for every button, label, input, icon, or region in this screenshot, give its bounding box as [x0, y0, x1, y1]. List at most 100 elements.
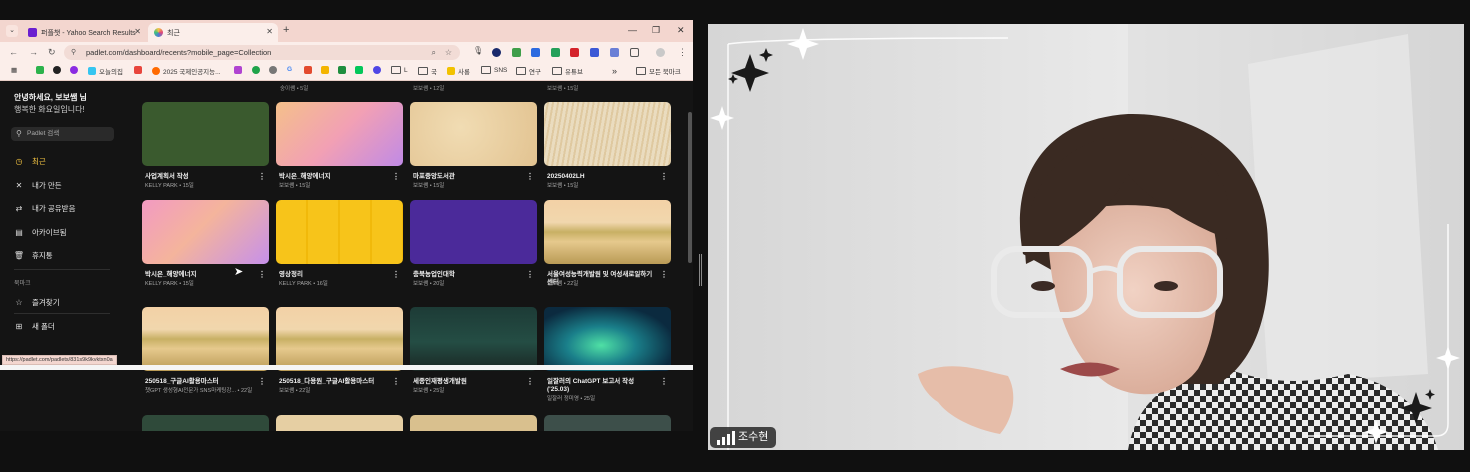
address-bar[interactable]: ⚲ padlet.com/dashboard/recents?mobile_pa… [64, 45, 460, 60]
profile-avatar[interactable] [656, 48, 665, 57]
search-icon: ⚲ [16, 129, 22, 138]
toolbar: ← → ↻ ⚲ padlet.com/dashboard/recents?mob… [0, 42, 693, 63]
bookmark-icon[interactable] [36, 66, 47, 74]
padlet-card[interactable]: 마포중앙도서관보보쌤 • 15일 ⋮ [410, 102, 537, 192]
close-tab-icon[interactable]: ✕ [134, 27, 141, 36]
padlet-card[interactable]: 영상정리 KELLY PARK • 16일 ⋮ [276, 200, 403, 290]
padlet-card[interactable]: 세종인재평생개발원 보보쌤 • 25일 ⋮ [410, 307, 537, 397]
card-more-icon[interactable]: ⋮ [258, 270, 266, 279]
card-more-icon[interactable]: ⋮ [258, 172, 266, 181]
card-meta: 보보쌤 • 25일 [413, 388, 445, 394]
bookmark-folder[interactable]: 유튜브 [552, 66, 583, 76]
greeting: 안녕하세요, 보보쌤 님 [14, 93, 87, 102]
extensions-puzzle-icon[interactable] [630, 48, 639, 57]
bookmark-icon[interactable] [70, 66, 81, 74]
card-more-icon[interactable]: ⋮ [526, 270, 534, 279]
bookmark-icon[interactable] [134, 66, 145, 74]
new-tab-button[interactable]: + [283, 24, 289, 36]
reload-icon[interactable]: ↻ [48, 47, 56, 58]
padlet-card[interactable]: 사업계획서 작성 KELLY PARK • 15일 ⋮ [142, 102, 269, 192]
extension-icon[interactable] [551, 48, 560, 57]
site-info-icon[interactable]: ⚲ [71, 45, 76, 60]
all-bookmarks-folder[interactable]: 모든 북마크 [636, 66, 681, 76]
card-more-icon[interactable]: ⋮ [660, 270, 668, 279]
card-more-icon[interactable]: ⋮ [258, 377, 266, 386]
padlet-card[interactable]: 박시은_해양에너지 KELLY PARK • 15일 ⋮ [142, 200, 269, 290]
clock-icon: ◷ [15, 156, 23, 166]
card-thumbnail[interactable] [142, 415, 269, 431]
menu-icon[interactable]: ⋮ [678, 47, 687, 58]
tab-yahoo[interactable]: 퍼플챗 - Yahoo Search Results ✕ [22, 23, 146, 42]
star-icon[interactable]: ☆ [445, 45, 452, 60]
card-more-icon[interactable]: ⋮ [392, 377, 400, 386]
forward-icon[interactable]: → [29, 47, 38, 57]
card-meta: 보보쌤 • 15일 [413, 183, 445, 189]
nav-archived[interactable]: ▤ 아카이브됨 [14, 224, 66, 240]
close-tab-icon[interactable]: ✕ [266, 27, 273, 36]
padlet-card[interactable]: 250518_구글AI활용마스터 챗GPT 생성형AI전문가 SNS마케팅강...… [142, 307, 269, 397]
bookmark-icon[interactable] [53, 66, 64, 74]
card-more-icon[interactable]: ⋮ [526, 377, 534, 386]
nav-favorites[interactable]: ☆ 즐겨찾기 [14, 294, 59, 310]
minimize-button[interactable]: — [628, 25, 637, 35]
drive-icon[interactable] [321, 66, 332, 74]
bookmark-folder[interactable]: 국 [418, 66, 437, 76]
nav-shared-with-me[interactable]: ⇄ 내가 공유받음 [14, 200, 76, 216]
bookmark-folder[interactable]: L [391, 66, 408, 74]
extension-icon[interactable] [610, 48, 619, 57]
close-window-button[interactable]: ✕ [677, 25, 685, 36]
padlet-card[interactable]: 250518_다용원_구글AI활용마스터 보보쌤 • 22일 ⋮ [276, 307, 403, 397]
card-more-icon[interactable]: ⋮ [660, 377, 668, 386]
search-input[interactable]: ⚲ Padlet 검색 [11, 127, 114, 141]
scrollbar-thumb[interactable] [688, 112, 692, 263]
more-bookmarks-icon[interactable]: » [612, 66, 617, 76]
zoom-icon[interactable]: ⌕ [432, 45, 436, 60]
bookmark-icon[interactable] [338, 66, 349, 74]
card-meta: KELLY PARK • 15일 [145, 183, 194, 189]
card-more-icon[interactable]: ⋮ [526, 172, 534, 181]
bookmark-icon[interactable] [304, 66, 315, 74]
bookmark-folder[interactable]: 연구 [516, 66, 541, 76]
card-thumbnail[interactable] [410, 415, 537, 431]
nav-new-folder[interactable]: ⊞ 새 폴더 [14, 318, 55, 334]
tab-padlet[interactable]: 최근 ✕ [148, 23, 278, 42]
bookmark-icon[interactable] [252, 66, 263, 74]
padlet-card[interactable]: 충북농업인대학 보보쌤 • 20일 ⋮ [410, 200, 537, 290]
extension-icon[interactable] [531, 48, 540, 57]
nav-made-by-me[interactable]: ✕ 내가 만든 [14, 177, 62, 193]
bookmark-icon[interactable] [269, 66, 280, 74]
padlet-card[interactable]: 박시은_해양에너지 보보쌤 • 15일 ⋮ [276, 102, 403, 192]
bookmark-folder[interactable]: SNS [481, 66, 507, 74]
nav-recent[interactable]: ◷ 최근 [14, 153, 46, 169]
extension-icon[interactable] [570, 48, 579, 57]
extension-icon[interactable] [512, 48, 521, 57]
card-meta: 보보쌤 • 22일 [279, 388, 311, 394]
card-title: 마포중앙도서관 [413, 173, 455, 180]
maximize-button[interactable]: ❐ [652, 25, 660, 36]
card-more-icon[interactable]: ⋮ [392, 270, 400, 279]
card-thumbnail[interactable] [276, 415, 403, 431]
card-more-icon[interactable]: ⋮ [660, 172, 668, 181]
tab-search-button[interactable]: ⌄ [6, 25, 18, 37]
bookmark-icon[interactable] [234, 66, 245, 74]
split-resize-handle[interactable] [699, 254, 702, 286]
bookmark-icon[interactable] [373, 66, 384, 74]
nav-trash[interactable]: 🗑 휴지통 [14, 247, 53, 263]
card-title: 충북농업인대학 [413, 271, 455, 278]
horizontal-scrollbar[interactable] [0, 365, 693, 370]
padlet-card[interactable]: 일잘러의 ChatGPT 보고서 작성 ('25.03) 일잘러 정미영 • 25… [544, 307, 671, 402]
back-icon[interactable]: ← [9, 47, 18, 57]
bookmark-saryong[interactable]: 사룡 [447, 66, 470, 76]
bookmark-icon[interactable] [355, 66, 366, 74]
apps-icon[interactable]: ▦ [11, 66, 17, 74]
mic-icon[interactable]: 🎙 [473, 46, 483, 55]
card-thumbnail[interactable] [544, 415, 671, 431]
extension-icon[interactable] [590, 48, 599, 57]
extension-icon[interactable] [492, 48, 501, 57]
padlet-card[interactable]: 20250402LH 보보쌤 • 15일 ⋮ [544, 102, 671, 192]
card-more-icon[interactable]: ⋮ [392, 172, 400, 181]
bookmark-conference[interactable]: 2025 국제인공지능... [152, 66, 221, 76]
google-icon[interactable]: G [287, 66, 292, 73]
bookmark-ohouse[interactable]: 오늘의집 [88, 66, 123, 76]
padlet-card[interactable]: 서울여성능력개발원 및 여성새로일하기센터 보보쌤 • 22일 ⋮ [544, 200, 671, 290]
